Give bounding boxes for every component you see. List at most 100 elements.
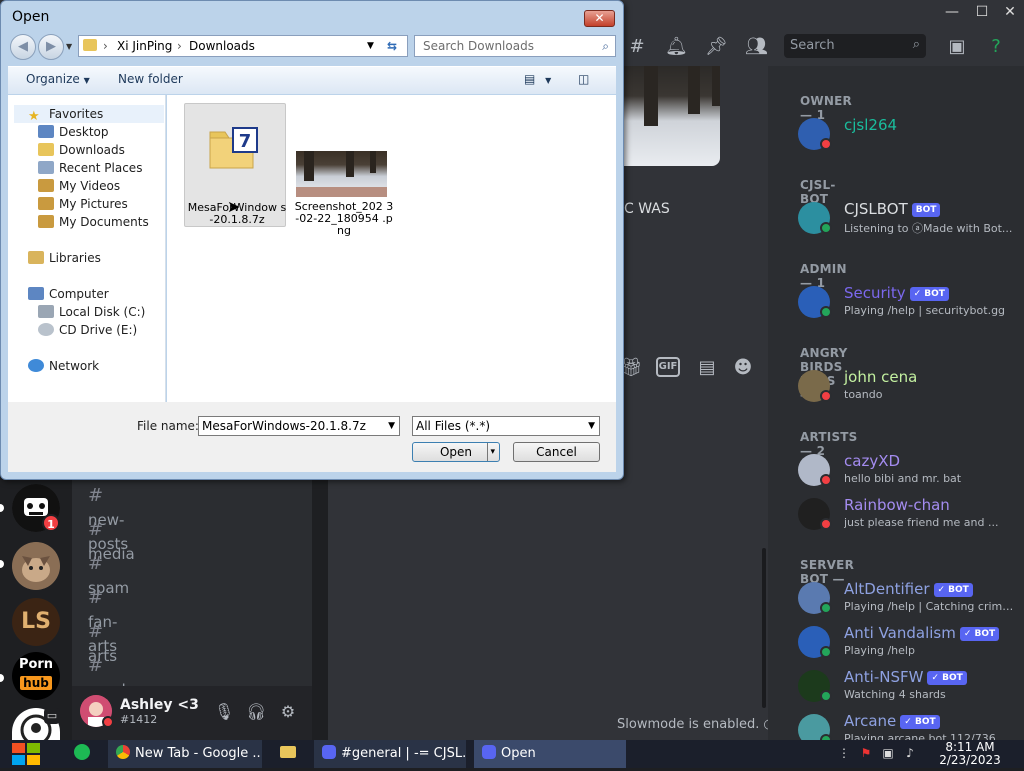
folder-icon [38, 215, 54, 228]
bot-badge: ✓ BOT [933, 582, 973, 597]
channel-item[interactable]: #arts [88, 620, 117, 665]
discord-search-input[interactable]: Search ⌕ [784, 34, 926, 58]
channel-item[interactable]: #fan-arts [88, 586, 117, 655]
chat-image[interactable] [624, 66, 720, 166]
member-item[interactable]: cazyXD hello bibi and mr. bat [798, 452, 1018, 488]
maximize-icon[interactable]: ☐ [974, 4, 990, 20]
status-dot-icon [820, 646, 832, 658]
search-icon: ⌕ [602, 39, 609, 53]
members-icon[interactable]: 👥︎ [745, 36, 768, 58]
nav-local-disk[interactable]: Local Disk (C:) [38, 303, 145, 321]
threads-icon[interactable]: # [626, 36, 648, 58]
cd-icon [38, 323, 54, 336]
bell-icon[interactable]: 🔔︎ [665, 36, 688, 58]
forward-button[interactable]: ▶ [38, 34, 64, 60]
taskbar-item-open-dialog[interactable]: Open [474, 740, 626, 768]
nav-libraries[interactable]: Libraries [28, 249, 101, 267]
taskbar-item-discord[interactable]: #general | -= CJSL... [314, 740, 466, 768]
new-folder-button[interactable]: New folder [118, 72, 183, 86]
dialog-search-input[interactable]: Search Downloads ⌕ [414, 35, 616, 57]
address-bar[interactable]: › Xi JinPing › Downloads ▼ ⇆ [78, 35, 408, 57]
explorer-taskbar-icon[interactable] [276, 740, 300, 768]
close-window-icon[interactable]: ✕ [1002, 4, 1018, 20]
flag-icon[interactable]: ⚑ [858, 745, 874, 761]
microphone-icon[interactable]: 🎙︎ [214, 702, 234, 722]
member-item[interactable]: Anti-NSFW ✓ BOT Watching 4 shards [798, 668, 1018, 704]
cancel-button[interactable]: Cancel [513, 442, 600, 462]
nav-favorite-item[interactable]: Desktop [38, 123, 109, 141]
address-dropdown-icon[interactable]: ▼ [367, 36, 374, 56]
file-type-select[interactable]: All Files (*.*) ▼ [412, 416, 600, 436]
thumbnail-ground [296, 187, 387, 197]
tray-overflow-icon[interactable]: ⋮ [836, 745, 852, 761]
file-name-label: Screenshot_202 3-02-22_180954 .png [294, 200, 394, 237]
breadcrumb-user[interactable]: Xi JinPing [117, 36, 172, 56]
member-activity: Playing /help | Catching crimi... [844, 600, 1014, 613]
chat-scrollbar-lower[interactable] [762, 548, 766, 708]
member-item[interactable]: john cena toando [798, 368, 1018, 404]
folder-icon [38, 143, 54, 156]
taskbar-item-chrome[interactable]: New Tab - Google ... [108, 740, 262, 768]
start-button[interactable] [10, 741, 42, 767]
sticker-icon[interactable]: ▤ [694, 356, 720, 380]
member-item[interactable]: CJSLBOT BOT Listening to ⓐMade with Bot... [798, 200, 1018, 236]
spotify-taskbar-icon[interactable] [70, 740, 94, 768]
user-status-dnd [102, 716, 114, 728]
member-item[interactable]: Security ✓ BOT Playing /help | securitybot… [798, 284, 1018, 320]
chevron-down-icon[interactable]: ▼ [388, 417, 395, 435]
help-icon[interactable]: ? [985, 36, 1007, 58]
nav-favorite-item[interactable]: Recent Places [38, 159, 142, 177]
server-icon-cat[interactable] [12, 542, 60, 590]
minimize-icon[interactable]: — [944, 4, 960, 20]
nav-network[interactable]: Network [28, 357, 99, 375]
nav-favorite-item[interactable]: My Pictures [38, 195, 128, 213]
open-split-chevron-icon[interactable]: ▾ [487, 443, 495, 461]
back-button[interactable]: ◀ [10, 34, 36, 60]
archive-7z-icon: 7 [209, 126, 259, 170]
channel-item[interactable]: #media [88, 518, 135, 563]
dialog-close-button[interactable]: ✕ [584, 10, 615, 27]
nav-favorite-item[interactable]: My Videos [38, 177, 120, 195]
member-activity: Playing /help | securitybot.gg [844, 304, 1006, 317]
discord-icon [482, 745, 496, 759]
view-options-icon[interactable]: ▤ ▼ [524, 72, 551, 86]
recent-dropdown-icon[interactable]: ▼ [66, 42, 72, 51]
file-name-input[interactable]: MesaForWindows-20.1.8.7z ▼ [198, 416, 400, 436]
organize-button[interactable]: Organize ▼ [26, 72, 90, 86]
open-button[interactable]: Open ▾ [412, 442, 500, 462]
breadcrumb-downloads[interactable]: Downloads [189, 36, 255, 56]
server-icon-ls[interactable]: LS [12, 598, 60, 646]
member-item[interactable]: Anti Vandalism ✓ BOT Playing /help [798, 624, 1018, 660]
server-icon-porn[interactable]: Porn hub [12, 652, 60, 700]
inbox-icon[interactable]: ▣ [946, 36, 968, 58]
member-item[interactable]: Rainbow-chan just please friend me and ..… [798, 496, 1018, 532]
gif-button[interactable]: GIF [656, 357, 680, 377]
channel-item[interactable]: #new-posts [88, 484, 128, 553]
hash-icon: # [88, 519, 104, 540]
channel-item[interactable]: #numbers-counting [88, 654, 160, 723]
member-name: cjsl264 [844, 116, 898, 134]
nav-favorites[interactable]: ★ Favorites [28, 105, 103, 124]
pin-icon[interactable]: 📌︎ [705, 36, 728, 58]
taskbar-clock[interactable]: 8:11 AM 2/23/2023 [934, 740, 1006, 767]
status-dot-icon [820, 690, 832, 702]
nav-cd-drive[interactable]: CD Drive (E:) [38, 321, 137, 339]
emoji-icon[interactable]: ☻ [730, 356, 756, 380]
headphones-icon[interactable]: 🎧︎ [246, 702, 266, 722]
channel-item[interactable]: #spam [88, 552, 129, 597]
network-tray-icon[interactable]: ▣ [880, 745, 896, 761]
settings-gear-icon[interactable]: ⚙ [278, 702, 298, 722]
member-item[interactable]: AltDentifier ✓ BOT Playing /help | Catchin… [798, 580, 1018, 616]
member-item[interactable]: cjsl264 [798, 116, 1018, 152]
bot-badge: ✓ BOT [900, 714, 940, 729]
chevron-down-icon[interactable]: ▼ [588, 417, 595, 435]
refresh-icon[interactable]: ⇆ [387, 36, 397, 56]
nav-computer[interactable]: Computer [28, 285, 109, 303]
computer-icon [28, 287, 44, 300]
server-porn-line2: hub [20, 676, 52, 690]
nav-favorite-item[interactable]: My Documents [38, 213, 149, 231]
preview-pane-icon[interactable]: ◫ [578, 72, 589, 86]
member-name: Arcane ✓ BOT [844, 712, 940, 730]
status-dot-icon [820, 390, 832, 402]
nav-favorite-item[interactable]: Downloads [38, 141, 125, 159]
